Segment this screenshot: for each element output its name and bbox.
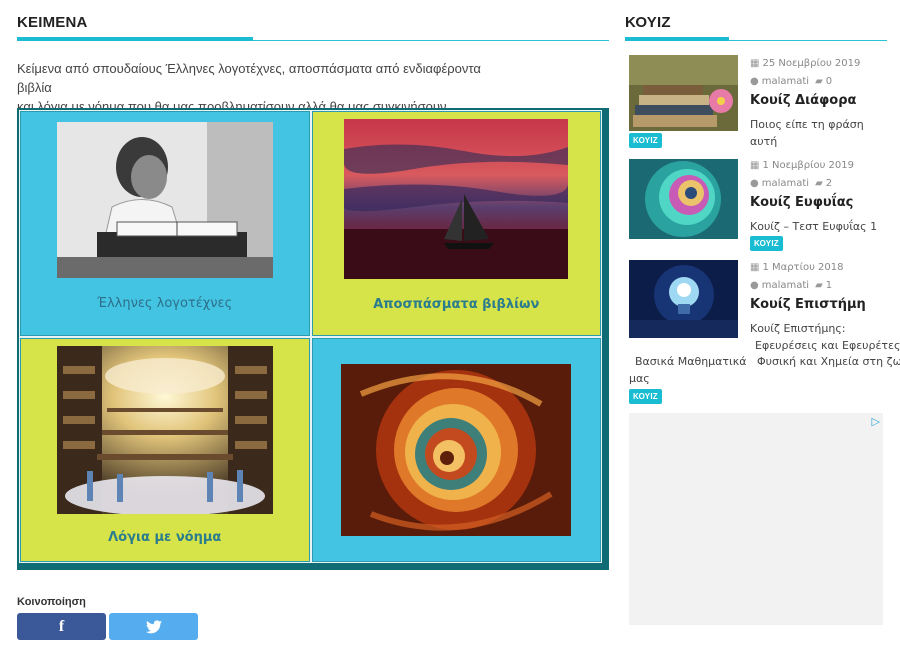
quiz-date-text: 1 Νοεμβρίου 2019 — [762, 160, 855, 171]
share-label: Κοινοποίηση — [17, 596, 86, 608]
quiz-thumbnail[interactable] — [629, 55, 738, 131]
share-section: Κοινοποίηση f — [17, 596, 198, 640]
quiz-author[interactable]: malamati — [762, 76, 809, 87]
quiz-excerpt-line: Κουίζ Επιστήμης: — [750, 322, 846, 335]
calendar-icon: ▦ — [750, 58, 760, 69]
section-title: ΚΕΙΜΕΝΑ — [17, 14, 88, 31]
quiz-author-comments: ● malamati ▰ 0 — [750, 76, 832, 87]
category-grid: Έλληνες λογοτέχνες Αποσπάσματα βιβλίων Λ… — [17, 108, 609, 570]
title-accent-bar — [625, 37, 729, 41]
user-icon: ● — [750, 76, 759, 87]
tile-meaningful-words[interactable]: Λόγια με νόημα — [20, 337, 310, 562]
advertisement-box[interactable]: ▷ — [629, 413, 883, 625]
category-badge[interactable]: ΚΟΥΙΖ — [750, 236, 783, 251]
writer-photo[interactable] — [56, 122, 273, 278]
quiz-date: ▦ 1 Νοεμβρίου 2019 — [750, 160, 854, 171]
tile-caption[interactable]: Έλληνες λογοτέχνες — [97, 296, 232, 311]
quiz-author[interactable]: malamati — [762, 280, 809, 291]
quiz-thumbnail[interactable] — [629, 260, 738, 338]
quiz-title[interactable]: Κουίζ Επιστήμη — [750, 297, 866, 312]
quiz-excerpt-line: Εφευρέσεις και Εφευρέτες — [755, 339, 900, 352]
quiz-item: ▦ 1 Νοεμβρίου 2019 ● malamati ▰ 2 Κουίζ Ευφυ… — [629, 157, 887, 257]
quiz-date-text: 25 Νοεμβρίου 2019 — [762, 58, 861, 69]
tile-greek-writers[interactable]: Έλληνες λογοτέχνες — [20, 111, 310, 336]
tile-caption[interactable]: Λόγια με νόημα — [108, 530, 221, 545]
library-clouds[interactable] — [56, 345, 273, 514]
colour-swirl[interactable] — [341, 363, 572, 536]
calendar-icon: ▦ — [750, 262, 760, 273]
category-badge[interactable]: ΚΟΥΙΖ — [629, 133, 662, 148]
sidebar: ΚΟΥΙΖ ▦ 25 Νοεμβρίου 2019 ● malamati ▰ 0 Κου… — [625, 0, 900, 625]
main-column: ΚΕΙΜΕΝΑ Κείμενα από σπουδαίους Έλληνες λ… — [17, 0, 609, 640]
user-icon: ● — [750, 178, 759, 189]
adchoices-icon[interactable]: ▷ — [872, 415, 880, 428]
quiz-excerpt: Κουίζ – Τεστ Ευφυΐας 1 — [750, 220, 878, 233]
quiz-author-comments: ● malamati ▰ 1 — [750, 280, 832, 291]
quiz-item: ▦ 1 Μαρτίου 2018 ● malamati ▰ 1 Κουίζ Επιστή… — [629, 259, 900, 409]
tile-caption[interactable]: Αποσπάσματα βιβλίων — [373, 297, 539, 312]
facebook-icon: f — [58, 617, 65, 635]
comment-icon: ▰ — [815, 76, 823, 87]
quiz-comment-count[interactable]: 2 — [826, 178, 832, 189]
quiz-comment-count[interactable]: 1 — [826, 280, 832, 291]
quiz-item: ▦ 25 Νοεμβρίου 2019 ● malamati ▰ 0 Κουίζ Διά… — [629, 55, 887, 155]
section-header-quiz: ΚΟΥΙΖ — [625, 0, 887, 41]
quiz-author[interactable]: malamati — [762, 178, 809, 189]
quiz-comment-count[interactable]: 0 — [826, 76, 832, 87]
intro-line: Κείμενα από σπουδαίους Έλληνες λογοτέχνε… — [17, 61, 481, 95]
category-badge[interactable]: ΚΟΥΙΖ — [629, 389, 662, 404]
section-header-keimena: ΚΕΙΜΕΝΑ — [17, 0, 609, 41]
calendar-icon: ▦ — [750, 160, 760, 171]
quiz-date-text: 1 Μαρτίου 2018 — [762, 262, 844, 273]
quiz-thumbnail[interactable] — [629, 159, 738, 239]
twitter-icon — [145, 619, 162, 633]
twitter-share-button[interactable] — [109, 613, 198, 640]
quiz-excerpt-line: Βασικά Μαθηματικά Φυσική και Χημεία στη … — [635, 355, 900, 368]
quiz-author-comments: ● malamati ▰ 2 — [750, 178, 832, 189]
sidebar-title: ΚΟΥΙΖ — [625, 14, 671, 31]
facebook-share-button[interactable]: f — [17, 613, 106, 640]
comment-icon: ▰ — [815, 280, 823, 291]
title-accent-bar — [17, 37, 253, 41]
sailboat-sunset[interactable] — [344, 119, 569, 279]
quiz-date: ▦ 25 Νοεμβρίου 2019 — [750, 58, 860, 69]
user-icon: ● — [750, 280, 759, 291]
quiz-excerpt-line: μας — [629, 372, 650, 385]
tile-book-excerpts[interactable]: Αποσπάσματα βιβλίων — [311, 111, 601, 336]
quiz-title[interactable]: Κουίζ Ευφυΐας — [750, 195, 853, 210]
quiz-date: ▦ 1 Μαρτίου 2018 — [750, 262, 844, 273]
comment-icon: ▰ — [815, 178, 823, 189]
tile-swirl[interactable] — [311, 337, 601, 562]
quiz-excerpt: Ποιος είπε τη φράση αυτή — [750, 118, 864, 148]
quiz-title[interactable]: Κουίζ Διάφορα — [750, 93, 856, 108]
